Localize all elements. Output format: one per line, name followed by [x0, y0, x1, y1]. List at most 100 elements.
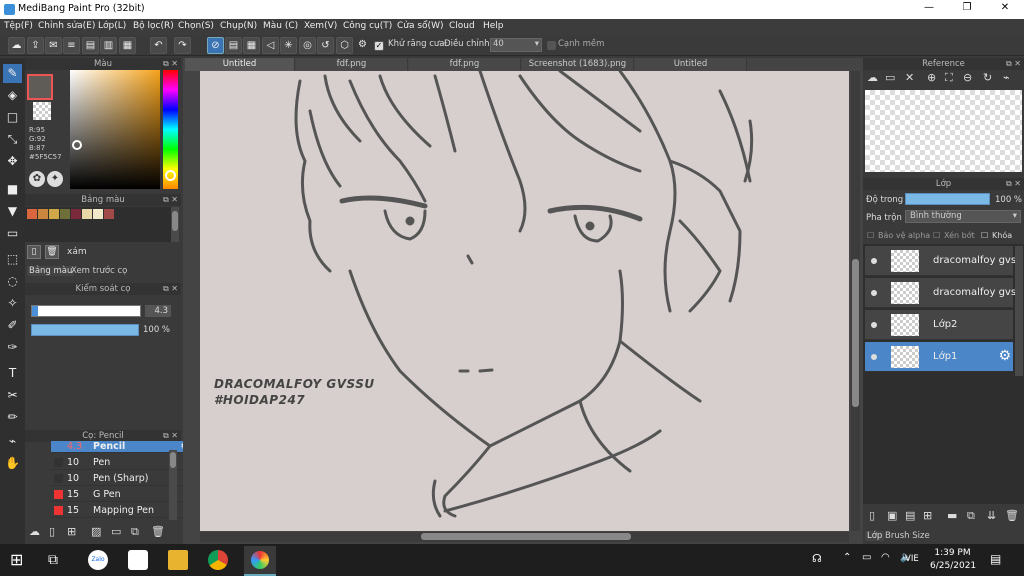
new-halftone-layer-icon[interactable]: ▣	[887, 509, 897, 522]
select-pen-icon[interactable]: ✐	[3, 316, 22, 335]
blend-mode-select[interactable]: Bình thường ▾	[905, 210, 1021, 223]
windows-start-icon[interactable]: ⊞	[10, 550, 30, 570]
menu-tools[interactable]: Công cụ(T)	[343, 21, 392, 31]
menu-window[interactable]: Cửa sổ(W)	[397, 21, 443, 31]
close-icon[interactable]: ⧉ ✕	[163, 58, 178, 70]
layer-row[interactable]: Lớp2	[865, 310, 1013, 340]
lasso-tool-icon[interactable]: ◌	[3, 272, 22, 291]
tab-brush-size[interactable]: Brush Size	[885, 531, 930, 541]
canvas-horizontal-scrollbar[interactable]	[200, 532, 849, 542]
zoom-out-icon[interactable]: ⊖	[963, 71, 972, 84]
close-icon[interactable]: ⧉ ✕	[163, 194, 178, 206]
palette-swatch[interactable]	[104, 209, 114, 219]
close-icon[interactable]: ✕	[905, 71, 914, 84]
brush-tool-icon[interactable]: ✎	[3, 64, 22, 83]
new-brush-icon[interactable]: ▯	[49, 525, 55, 538]
palette-swatch[interactable]	[38, 209, 48, 219]
open-folder-icon[interactable]: ▭	[885, 71, 895, 84]
clip-checkbox[interactable]: ☐	[933, 231, 940, 240]
people-icon[interactable]: ☊	[812, 552, 822, 565]
folder-icon[interactable]: ▬	[947, 509, 957, 522]
menu-view[interactable]: Xem(V)	[304, 21, 337, 31]
foreground-color-swatch[interactable]	[27, 74, 53, 100]
eyedropper-icon[interactable]: ⌁	[1003, 71, 1010, 84]
line-tool-icon[interactable]: ⤡	[3, 130, 22, 149]
cloud-brush-icon[interactable]: ☁	[29, 525, 40, 538]
hue-slider-handle[interactable]	[165, 170, 176, 181]
circle-snap-icon[interactable]: ◎	[299, 37, 316, 54]
brush-size-value[interactable]: 4.3	[145, 305, 171, 317]
maximize-button[interactable]: ❐	[960, 2, 974, 13]
perspective-snap-icon[interactable]: ◁	[262, 37, 279, 54]
background-color-swatch[interactable]	[33, 102, 51, 120]
trash-icon[interactable]: 🗑	[1005, 509, 1019, 522]
document-icon[interactable]: ▥	[100, 37, 117, 54]
tab-palette[interactable]: Bảng màu	[27, 266, 75, 276]
cloud-icon[interactable]: ☁	[8, 37, 25, 54]
palette-scrollbar[interactable]	[171, 207, 179, 242]
select-eraser-icon[interactable]: ✑	[3, 338, 22, 357]
brush-opacity-slider[interactable]	[31, 324, 139, 336]
new-palette-icon[interactable]: ▯	[27, 245, 41, 259]
layer-scrollbar[interactable]	[1015, 246, 1023, 376]
clock[interactable]: 1:39 PM 6/25/2021	[930, 547, 976, 573]
store-icon[interactable]	[128, 550, 148, 570]
cloud-icon[interactable]: ☁	[867, 71, 878, 84]
blur-tool-icon[interactable]: ✏	[3, 408, 22, 427]
layer-row[interactable]: dracomalfoy gvs	[865, 278, 1015, 308]
tab-untitled-1[interactable]: Untitled	[185, 58, 295, 71]
gear-icon[interactable]: ⚙	[998, 348, 1011, 364]
menu-color[interactable]: Màu (C)	[263, 21, 298, 31]
adjust-value-select[interactable]: 40 ▾	[490, 38, 542, 52]
grid-view-icon[interactable]: ▦	[119, 37, 136, 54]
fit-icon[interactable]: ⛶	[945, 71, 953, 85]
shape-snap-icon[interactable]: ⬡	[336, 37, 353, 54]
palette-swatch[interactable]	[60, 209, 70, 219]
palette-swatch[interactable]	[93, 209, 103, 219]
share-icon[interactable]: ⇪	[27, 37, 44, 54]
menu-filter[interactable]: Bộ lọc(R)	[133, 21, 174, 31]
close-button[interactable]: ✕	[998, 2, 1012, 13]
brush-size-slider[interactable]	[31, 305, 141, 317]
rect-tool-icon[interactable]: □	[3, 108, 22, 127]
undo-icon[interactable]: ↶	[150, 37, 167, 54]
magic-wand-icon[interactable]: ✧	[3, 294, 22, 313]
folder-icon[interactable]: ▭	[111, 525, 121, 538]
color-picker-icon[interactable]: ✦	[47, 171, 63, 187]
antialias-checkbox[interactable]: ✓	[374, 41, 384, 51]
comment-icon[interactable]: ✉	[45, 37, 62, 54]
brush-settings-icon[interactable]: ▨	[91, 525, 101, 538]
eyedropper-tool-icon[interactable]: ⌁	[3, 432, 22, 451]
tab-layer[interactable]: Lớp	[865, 531, 885, 541]
lock-checkbox[interactable]: ☐	[981, 231, 988, 240]
zoom-in-icon[interactable]: ⊕	[927, 71, 936, 84]
duplicate-layer-icon[interactable]: ⧉	[967, 509, 975, 523]
menu-layer[interactable]: Lớp(L)	[98, 21, 126, 31]
divide-tool-icon[interactable]: ✂	[3, 386, 22, 405]
layer-opacity-slider[interactable]	[905, 193, 990, 205]
reference-preview[interactable]	[865, 90, 1022, 172]
visibility-icon[interactable]	[871, 258, 877, 264]
close-icon[interactable]: ⧉ ✕	[1006, 178, 1021, 190]
trash-icon[interactable]: 🗑	[45, 245, 59, 259]
saturation-value-picker[interactable]	[70, 70, 160, 189]
menu-select[interactable]: Chọn(S)	[178, 21, 214, 31]
curve-snap-icon[interactable]: ↺	[317, 37, 334, 54]
menu-snap[interactable]: Chụp(N)	[220, 21, 257, 31]
menu-file[interactable]: Tệp(F)	[4, 21, 33, 31]
palette-swatch[interactable]	[27, 209, 37, 219]
tab-screenshot[interactable]: Screenshot (1683).png	[522, 58, 634, 71]
add-layer-menu-icon[interactable]: ⊞	[923, 509, 932, 522]
hand-tool-icon[interactable]: ✋	[3, 454, 22, 473]
file-explorer-icon[interactable]	[168, 550, 188, 570]
menu-cloud[interactable]: Cloud	[449, 21, 475, 31]
language-indicator[interactable]: VIE	[905, 554, 919, 564]
layer-row-selected[interactable]: Lớp1 ⚙	[865, 342, 1013, 372]
fill-rect-tool-icon[interactable]: ■	[3, 180, 22, 199]
palette-swatch[interactable]	[49, 209, 59, 219]
hue-slider[interactable]	[163, 70, 178, 189]
text-tool-icon[interactable]: T	[3, 364, 22, 383]
drawing-canvas[interactable]: DRACOMALFOY GVSSU #HOIDAP247	[200, 71, 849, 531]
tab-brush-preview[interactable]: Xem trước cọ	[71, 266, 127, 276]
move-tool-icon[interactable]: ✥	[3, 152, 22, 171]
